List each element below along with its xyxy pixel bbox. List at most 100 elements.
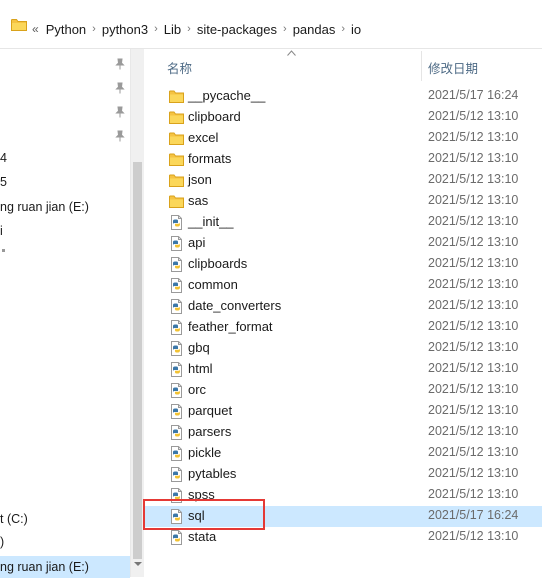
file-row[interactable]: excel 2021/5/12 13:10 (144, 128, 542, 149)
file-row-selected[interactable]: sql 2021/5/17 16:24 (144, 506, 542, 527)
file-date: 2021/5/12 13:10 (428, 319, 519, 333)
nav-item[interactable]: 5 (0, 175, 7, 189)
file-date: 2021/5/12 13:10 (428, 403, 519, 417)
chevron-right-icon[interactable]: › (154, 23, 158, 35)
file-row[interactable]: pickle 2021/5/12 13:10 (144, 443, 542, 464)
nav-item[interactable]: i (0, 224, 3, 238)
file-date: 2021/5/12 13:10 (428, 340, 519, 354)
breadcrumb-pandas[interactable]: pandas (293, 22, 336, 37)
nav-item-drive-e[interactable]: ng ruan jian (E:) (0, 200, 89, 214)
file-date: 2021/5/12 13:10 (428, 529, 519, 543)
file-name: api (188, 235, 206, 250)
column-divider[interactable] (421, 51, 422, 81)
pin-icon[interactable] (114, 58, 126, 70)
python-file-icon (171, 530, 182, 545)
file-date: 2021/5/12 13:10 (428, 298, 519, 312)
breadcrumb-lib[interactable]: Lib (164, 22, 181, 37)
breadcrumb-python[interactable]: Python (46, 22, 86, 37)
file-name: sas (188, 193, 209, 208)
file-row[interactable]: common 2021/5/12 13:10 (144, 275, 542, 296)
python-file-icon (171, 425, 182, 440)
file-date: 2021/5/12 13:10 (428, 109, 519, 123)
scrollbar-thumb[interactable] (133, 162, 142, 559)
file-row[interactable]: clipboards 2021/5/12 13:10 (144, 254, 542, 275)
file-row[interactable]: orc 2021/5/12 13:10 (144, 380, 542, 401)
file-row[interactable]: __pycache__ 2021/5/17 16:24 (144, 86, 542, 107)
folder-icon (169, 111, 184, 124)
nav-item[interactable]: ) (0, 535, 4, 549)
file-row[interactable]: formats 2021/5/12 13:10 (144, 149, 542, 170)
python-file-icon (171, 299, 182, 314)
chevron-right-icon[interactable]: › (283, 23, 287, 35)
nav-item[interactable]: 4 (0, 151, 7, 165)
nav-item-drive-e-selected[interactable]: ng ruan jian (E:) (0, 556, 130, 578)
file-row[interactable]: spss 2021/5/12 13:10 (144, 485, 542, 506)
file-row[interactable]: sas 2021/5/12 13:10 (144, 191, 542, 212)
folder-icon (169, 132, 184, 145)
file-name: gbq (188, 340, 210, 355)
python-file-icon (171, 257, 182, 272)
python-file-icon (171, 383, 182, 398)
folder-icon (169, 195, 184, 208)
chevron-right-icon[interactable]: › (341, 23, 345, 35)
file-name: orc (188, 382, 207, 397)
chevron-right-icon[interactable]: › (187, 23, 191, 35)
pin-icon[interactable] (114, 82, 126, 94)
file-date: 2021/5/12 13:10 (428, 382, 519, 396)
chevron-right-icon[interactable]: › (92, 23, 96, 35)
python-file-icon (171, 467, 182, 482)
file-row[interactable]: clipboard 2021/5/12 13:10 (144, 107, 542, 128)
file-date: 2021/5/12 13:10 (428, 130, 519, 144)
file-row[interactable]: feather_format 2021/5/12 13:10 (144, 317, 542, 338)
file-row[interactable]: gbq 2021/5/12 13:10 (144, 338, 542, 359)
python-file-icon (171, 341, 182, 356)
file-row[interactable]: pytables 2021/5/12 13:10 (144, 464, 542, 485)
breadcrumb-python3[interactable]: python3 (102, 22, 148, 37)
nav-item-drive-c[interactable]: t (C:) (0, 512, 28, 526)
column-header: 名称 修改日期 (144, 49, 542, 81)
file-row[interactable]: api 2021/5/12 13:10 (144, 233, 542, 254)
file-name: date_converters (188, 298, 282, 313)
file-name: json (188, 172, 212, 187)
file-name: formats (188, 151, 232, 166)
file-name: sql (188, 508, 205, 523)
file-name: common (188, 277, 238, 292)
breadcrumb-io[interactable]: io (351, 22, 361, 37)
file-date: 2021/5/12 13:10 (428, 193, 519, 207)
file-date: 2021/5/17 16:24 (428, 88, 519, 102)
pin-icon[interactable] (114, 130, 126, 142)
file-row[interactable]: __init__ 2021/5/12 13:10 (144, 212, 542, 233)
file-name: __pycache__ (188, 88, 266, 103)
folder-icon (11, 19, 27, 31)
pin-icon[interactable] (114, 106, 126, 118)
file-row[interactable]: parquet 2021/5/12 13:10 (144, 401, 542, 422)
file-name: parsers (188, 424, 232, 439)
file-row[interactable]: stata 2021/5/12 13:10 (144, 527, 542, 548)
address-bar[interactable]: « Python › python3 › Lib › site-packages… (0, 0, 542, 49)
navigation-pane: 4 5 ng ruan jian (E:) i t (C:) ) ng ruan… (0, 49, 143, 578)
file-name: stata (188, 529, 217, 544)
file-date: 2021/5/12 13:10 (428, 466, 519, 480)
nav-scrollbar[interactable] (130, 49, 144, 577)
file-date: 2021/5/12 13:10 (428, 361, 519, 375)
breadcrumb-site-packages[interactable]: site-packages (197, 22, 277, 37)
breadcrumb: « Python › python3 › Lib › site-packages… (32, 20, 367, 38)
python-file-icon (171, 320, 182, 335)
file-row[interactable]: html 2021/5/12 13:10 (144, 359, 542, 380)
python-file-icon (171, 215, 182, 230)
file-date: 2021/5/12 13:10 (428, 214, 519, 228)
python-file-icon (171, 446, 182, 461)
column-name[interactable]: 名称 (167, 58, 192, 77)
file-list: 名称 修改日期 __pycache__ 2021/5/17 16:24 clipbo… (144, 49, 542, 577)
file-row[interactable]: json 2021/5/12 13:10 (144, 170, 542, 191)
column-date-modified[interactable]: 修改日期 (428, 58, 478, 77)
python-file-icon (171, 278, 182, 293)
breadcrumb-overflow[interactable]: « (32, 22, 39, 36)
python-file-icon (171, 509, 182, 524)
file-row[interactable]: date_converters 2021/5/12 13:10 (144, 296, 542, 317)
file-date: 2021/5/12 13:10 (428, 445, 519, 459)
scroll-down-arrow-icon[interactable] (134, 562, 142, 566)
file-row[interactable]: parsers 2021/5/12 13:10 (144, 422, 542, 443)
file-name: __init__ (188, 214, 234, 229)
file-name: parquet (188, 403, 233, 418)
